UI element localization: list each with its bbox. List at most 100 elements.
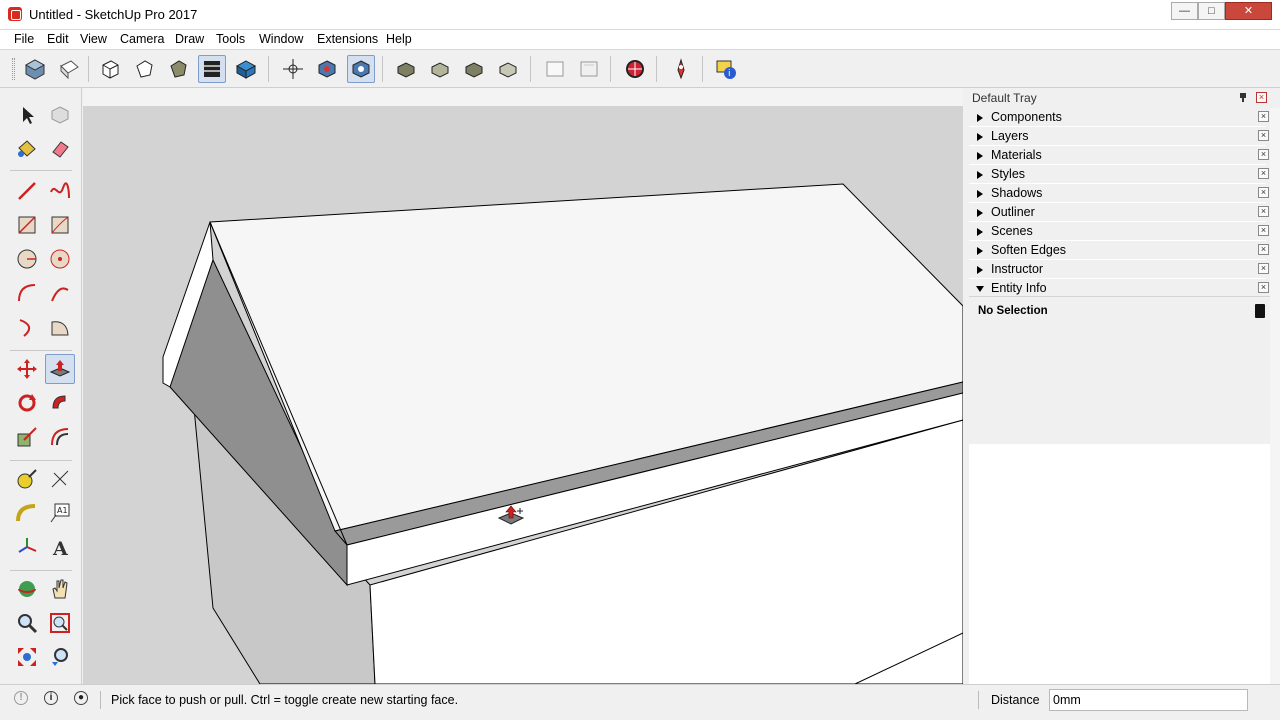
polygon-tool-icon[interactable] — [45, 244, 75, 274]
close-button[interactable]: ✕ — [1225, 2, 1272, 20]
zoom-extents-icon[interactable] — [347, 55, 375, 83]
expand-arrow-icon — [976, 286, 984, 292]
toolbar-grip[interactable] — [12, 58, 15, 80]
tray-close-icon[interactable]: × — [1256, 92, 1267, 103]
follow-me-icon[interactable] — [45, 388, 75, 418]
menu-tools[interactable]: Tools — [216, 32, 245, 46]
tray-panel-instructor[interactable]: Instructor × — [969, 260, 1269, 279]
top-view-icon[interactable] — [55, 55, 83, 83]
xray-style-icon[interactable] — [96, 55, 124, 83]
menu-file[interactable]: File — [14, 32, 34, 46]
pie-tool-icon[interactable] — [45, 312, 75, 342]
status-message: Pick face to push or pull. Ctrl = toggle… — [111, 693, 459, 707]
close-panel-icon[interactable]: × — [1258, 168, 1269, 179]
protractor-icon[interactable] — [12, 498, 42, 528]
wireframe-style-icon[interactable] — [130, 55, 158, 83]
tape-measure-icon[interactable] — [12, 464, 42, 494]
credits-info-icon[interactable]: i — [44, 691, 58, 705]
orbit-icon[interactable] — [279, 55, 307, 83]
select-tool-icon[interactable] — [12, 100, 42, 130]
three-d-text-icon[interactable]: A — [45, 532, 75, 562]
close-panel-icon[interactable]: × — [1258, 149, 1269, 160]
geo-location-icon[interactable] — [621, 55, 649, 83]
two-point-arc-icon[interactable] — [45, 278, 75, 308]
tray-panel-soften-edges[interactable]: Soften Edges × — [969, 241, 1269, 260]
pan-tool-icon[interactable] — [45, 574, 75, 604]
front-view-icon[interactable] — [392, 55, 420, 83]
three-point-arc-icon[interactable] — [12, 312, 42, 342]
tray-panel-shadows[interactable]: Shadows × — [969, 184, 1269, 203]
menu-edit[interactable]: Edit — [47, 32, 69, 46]
close-panel-icon[interactable]: × — [1258, 282, 1269, 293]
user-account-icon[interactable]: ● — [74, 691, 88, 705]
tray-panel-outliner[interactable]: Outliner × — [969, 203, 1269, 222]
right-view-icon[interactable] — [426, 55, 454, 83]
zoom-window-icon[interactable] — [45, 608, 75, 638]
extension-warehouse-icon[interactable] — [667, 55, 695, 83]
pin-icon[interactable] — [1238, 92, 1248, 102]
dimension-tool-icon[interactable] — [45, 464, 75, 494]
menu-extensions[interactable]: Extensions — [317, 32, 378, 46]
tray-panel-layers[interactable]: Layers × — [969, 127, 1269, 146]
measurements-input[interactable]: 0mm — [1049, 689, 1248, 711]
move-tool-icon[interactable] — [12, 354, 42, 384]
display-section-icon[interactable] — [575, 55, 603, 83]
hidden-line-style-icon[interactable] — [164, 55, 192, 83]
tray-scrollbar[interactable] — [1270, 108, 1280, 684]
menu-view[interactable]: View — [80, 32, 107, 46]
paint-bucket-icon[interactable] — [12, 134, 42, 164]
close-panel-icon[interactable]: × — [1258, 263, 1269, 274]
model-viewport[interactable] — [83, 88, 963, 684]
status-bar: ! i ● Pick face to push or pull. Ctrl = … — [0, 684, 1280, 720]
minimize-button[interactable]: — — [1171, 2, 1198, 20]
circle-tool-icon[interactable] — [12, 244, 42, 274]
zoom-extents-tool-icon[interactable] — [12, 642, 42, 672]
tray-panel-materials[interactable]: Materials × — [969, 146, 1269, 165]
offset-tool-icon[interactable] — [45, 422, 75, 452]
menu-window[interactable]: Window — [259, 32, 303, 46]
close-panel-icon[interactable]: × — [1258, 111, 1269, 122]
previous-view-icon[interactable] — [45, 642, 75, 672]
close-panel-icon[interactable]: × — [1258, 187, 1269, 198]
close-panel-icon[interactable]: × — [1258, 225, 1269, 236]
tray-panel-styles[interactable]: Styles × — [969, 165, 1269, 184]
collapse-arrow-icon — [977, 190, 983, 198]
eraser-icon[interactable] — [45, 134, 75, 164]
entity-info-icon[interactable]: i — [712, 55, 740, 83]
arc-tool-icon[interactable] — [12, 278, 42, 308]
rectangle-tool-icon[interactable] — [12, 210, 42, 240]
axes-tool-icon[interactable] — [12, 532, 42, 562]
close-panel-icon[interactable]: × — [1258, 206, 1269, 217]
collapse-arrow-icon — [977, 209, 983, 217]
zoom-tool-icon[interactable] — [12, 608, 42, 638]
menu-help[interactable]: Help — [386, 32, 412, 46]
close-panel-icon[interactable]: × — [1258, 130, 1269, 141]
push-pull-tool-icon[interactable] — [45, 354, 75, 384]
menu-camera[interactable]: Camera — [120, 32, 164, 46]
close-panel-icon[interactable]: × — [1258, 244, 1269, 255]
rotated-rectangle-icon[interactable] — [45, 210, 75, 240]
geo-location-status-icon[interactable]: ! — [14, 691, 28, 705]
back-view-icon[interactable] — [460, 55, 488, 83]
shaded-textures-style-icon[interactable] — [232, 55, 260, 83]
make-component-icon[interactable] — [45, 100, 75, 130]
tray-panel-components[interactable]: Components × — [969, 108, 1269, 127]
rotate-tool-icon[interactable] — [12, 388, 42, 418]
menu-draw[interactable]: Draw — [175, 32, 204, 46]
entity-info-status: No Selection — [978, 305, 1048, 317]
left-view-icon[interactable] — [494, 55, 522, 83]
freehand-tool-icon[interactable] — [45, 176, 75, 206]
tray-panel-scenes[interactable]: Scenes × — [969, 222, 1269, 241]
iso-view-icon[interactable] — [21, 55, 49, 83]
text-tool-icon[interactable]: A1 — [45, 498, 75, 528]
line-tool-icon[interactable] — [12, 176, 42, 206]
scale-tool-icon[interactable] — [12, 422, 42, 452]
maximize-button[interactable]: □ — [1198, 2, 1225, 20]
section-plane-icon[interactable] — [541, 55, 569, 83]
shaded-style-icon[interactable] — [198, 55, 226, 83]
three-d-text-label: A — [52, 538, 68, 558]
orbit-tool-icon[interactable] — [12, 574, 42, 604]
text-tool-label: A1 — [57, 506, 68, 515]
pan-icon[interactable] — [313, 55, 341, 83]
expand-details-icon[interactable] — [1255, 304, 1265, 318]
